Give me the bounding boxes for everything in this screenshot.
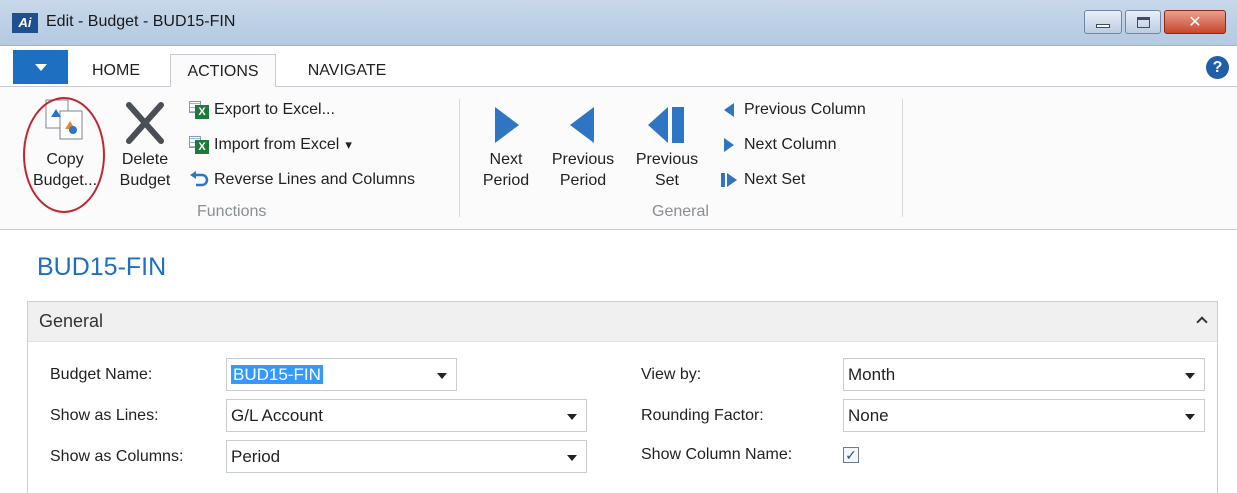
copy-budget-icon — [30, 97, 100, 145]
show-as-lines-label: Show as Lines: — [50, 407, 159, 424]
ribbon-actions-panel: Copy Budget... Delete Budget X Export to… — [0, 87, 1237, 230]
fasttab-title: General — [39, 311, 104, 331]
previous-arrow-icon — [545, 97, 621, 145]
app-logo-icon: Ai — [12, 13, 38, 33]
fasttab-header[interactable]: General — [28, 302, 1217, 342]
previous-set-icon — [628, 97, 706, 145]
next-arrow-icon — [472, 97, 540, 145]
show-as-columns-select[interactable]: Period — [226, 440, 587, 473]
previous-column-icon — [718, 100, 740, 120]
delete-budget-button[interactable]: Delete Budget — [110, 97, 180, 191]
show-as-lines-select[interactable]: G/L Account — [226, 399, 587, 432]
show-as-columns-label: Show as Columns: — [50, 448, 184, 465]
rounding-factor-value: None — [848, 406, 889, 425]
budget-name-value: BUD15-FIN — [231, 365, 323, 384]
ribbon-tab-bar: HOME ACTIONS NAVIGATE ? — [0, 46, 1237, 88]
close-icon: ✕ — [1188, 14, 1202, 31]
application-menu-button[interactable] — [13, 50, 68, 84]
chevron-down-icon — [437, 373, 447, 379]
next-column-button[interactable]: Next Column — [718, 133, 836, 157]
tab-actions[interactable]: ACTIONS — [170, 54, 276, 88]
next-period-button[interactable]: Next Period — [472, 97, 540, 191]
show-column-name-checkbox[interactable]: ✓ — [843, 447, 859, 463]
delete-x-icon — [110, 97, 180, 145]
import-from-excel-button[interactable]: X Import from Excel ▾ — [188, 133, 352, 157]
next-set-icon — [718, 170, 740, 190]
general-fasttab: General Budget Name: BUD15-FIN Show as L… — [27, 301, 1218, 493]
close-button[interactable]: ✕ — [1164, 10, 1226, 34]
chevron-down-icon: ▾ — [345, 137, 352, 152]
export-to-excel-button[interactable]: X Export to Excel... — [188, 98, 335, 122]
excel-import-icon: X — [189, 136, 209, 154]
maximize-button[interactable] — [1125, 10, 1161, 34]
ribbon-separator — [902, 99, 903, 217]
show-as-lines-value: G/L Account — [231, 406, 323, 425]
chevron-down-icon — [567, 455, 577, 461]
previous-period-button[interactable]: Previous Period — [545, 97, 621, 191]
previous-column-button[interactable]: Previous Column — [718, 98, 866, 122]
tab-home[interactable]: HOME — [70, 54, 162, 87]
view-by-label: View by: — [641, 366, 702, 383]
view-by-select[interactable]: Month — [843, 358, 1205, 391]
chevron-down-icon — [1185, 373, 1195, 379]
maximize-icon — [1136, 16, 1150, 28]
minimize-icon — [1096, 24, 1110, 28]
copy-budget-button[interactable]: Copy Budget... — [30, 97, 100, 191]
show-as-columns-value: Period — [231, 447, 281, 466]
minimize-button[interactable] — [1084, 10, 1122, 34]
view-by-value: Month — [848, 365, 896, 384]
next-column-icon — [718, 135, 740, 155]
title-bar: Ai Edit - Budget - BUD15-FIN ✕ — [0, 0, 1237, 46]
budget-name-label: Budget Name: — [50, 366, 153, 383]
budget-name-select[interactable]: BUD15-FIN — [226, 358, 457, 391]
ribbon-separator — [459, 99, 460, 217]
rounding-factor-label: Rounding Factor: — [641, 407, 764, 424]
reverse-arrow-icon — [188, 170, 210, 190]
chevron-up-icon[interactable] — [1196, 314, 1210, 328]
next-set-button[interactable]: Next Set — [718, 168, 805, 192]
page-title: BUD15-FIN — [37, 253, 167, 281]
window-title: Edit - Budget - BUD15-FIN — [46, 13, 236, 30]
excel-export-icon: X — [189, 101, 209, 119]
group-label-general: General — [652, 203, 709, 220]
show-column-name-label: Show Column Name: — [641, 446, 793, 463]
chevron-down-icon — [1185, 414, 1195, 420]
help-icon[interactable]: ? — [1206, 56, 1229, 79]
rounding-factor-select[interactable]: None — [843, 399, 1205, 432]
chevron-down-icon — [567, 414, 577, 420]
reverse-lines-columns-button[interactable]: Reverse Lines and Columns — [188, 168, 415, 192]
tab-navigate[interactable]: NAVIGATE — [282, 54, 412, 87]
previous-set-button[interactable]: Previous Set — [628, 97, 706, 191]
group-label-functions: Functions — [197, 203, 267, 220]
